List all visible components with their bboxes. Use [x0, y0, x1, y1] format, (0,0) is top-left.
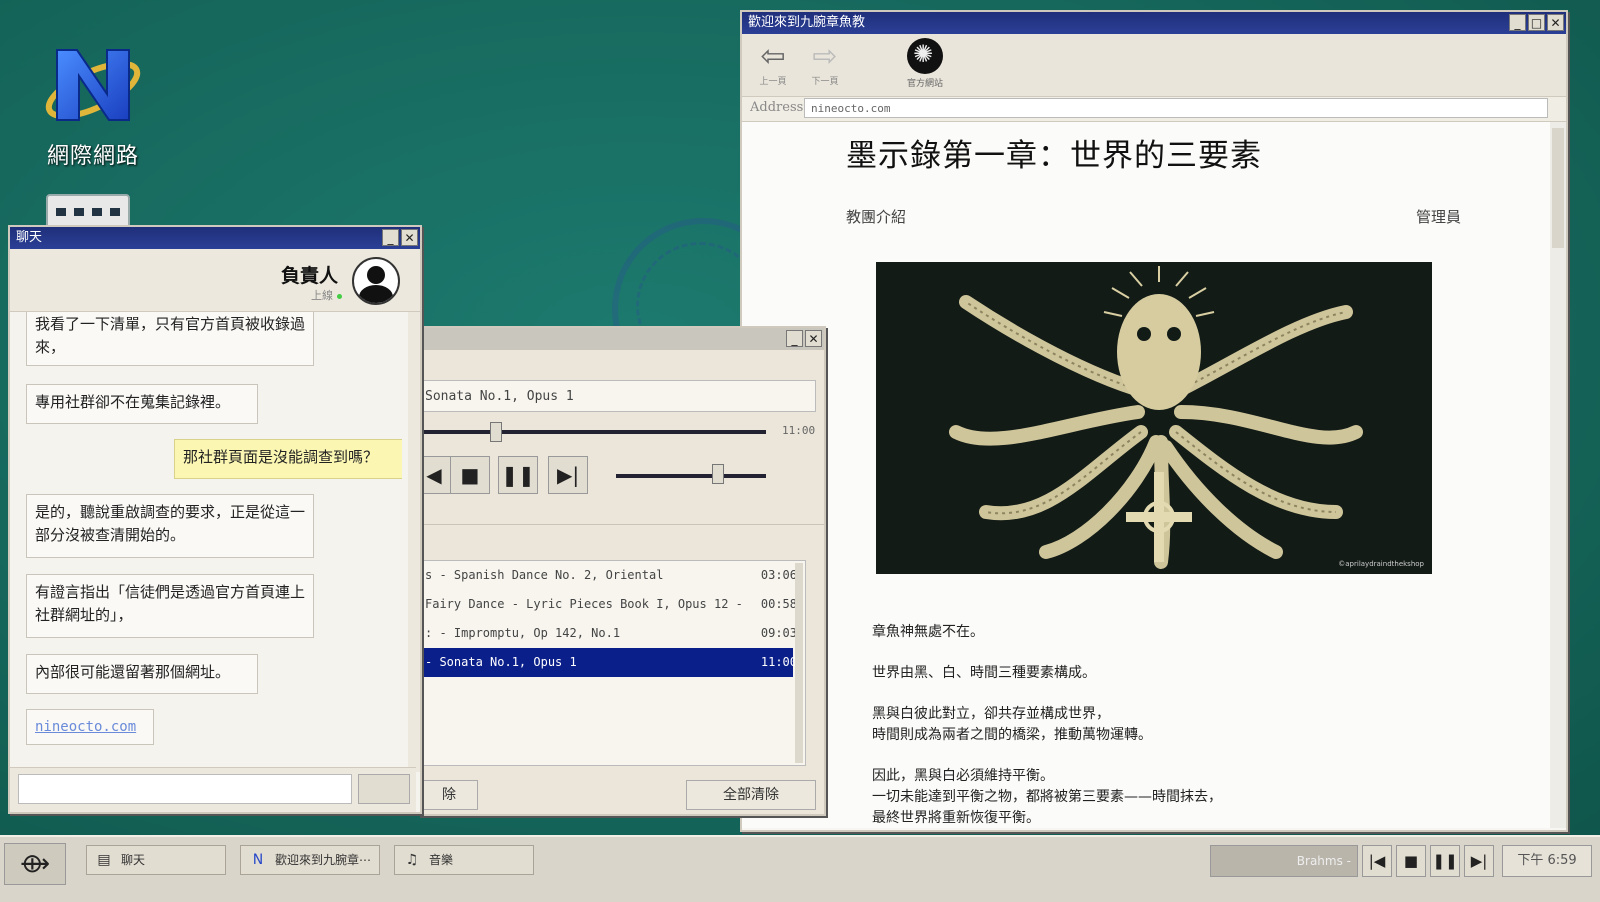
start-button[interactable]: ⟴	[4, 843, 66, 885]
tray-pause-button[interactable]: ❚❚	[1430, 845, 1460, 877]
paragraph: 因此，黑與白必須維持平衡。 一切未能達到平衡之物，都將被第三要素——時間抹去， 最終…	[872, 768, 1222, 826]
next-button[interactable]: ▶|	[548, 456, 588, 494]
page-scrollbar[interactable]	[1550, 122, 1566, 828]
back-label: 上一頁	[759, 77, 787, 87]
official-site-label: 官方網站	[906, 79, 943, 89]
article-body: 章魚神無處不在。 世界由黑、白、時間三種要素構成。 黑與白彼此對立，卻共存並構成…	[872, 622, 1472, 828]
browser-icon: N	[252, 852, 264, 868]
contact-status: 上線	[311, 287, 342, 303]
minimize-button[interactable]: _	[1509, 14, 1526, 31]
nav-link-about[interactable]: 教團介紹	[846, 206, 906, 227]
minimize-button[interactable]: _	[786, 330, 803, 347]
message-bubble-self: 那社群頁面是沒能調查到嗎？	[174, 439, 402, 479]
nav-link-admin[interactable]: 管理員	[1416, 206, 1461, 227]
tray-next-button[interactable]: ▶|	[1464, 845, 1494, 877]
close-button[interactable]: ✕	[401, 229, 418, 246]
desktop-icon-internet[interactable]: 網際網路	[38, 40, 148, 170]
pause-button[interactable]: ❚❚	[498, 456, 538, 494]
clock: 下午 6:59	[1502, 845, 1592, 877]
task-music[interactable]: ♫ 音樂	[394, 845, 534, 875]
task-chat[interactable]: ▤ 聊天	[86, 845, 226, 875]
desktop-icon-label: 網際網路	[46, 144, 139, 169]
seek-bar[interactable]	[420, 430, 766, 434]
message-link[interactable]: nineocto.com	[26, 709, 154, 745]
back-button[interactable]: ⇦ 上一頁	[750, 39, 796, 88]
message-bubble: 有證言指出「信徒們是透過官方首頁連上社群網址的」，	[26, 574, 314, 638]
total-time: 11:00	[782, 424, 816, 437]
message-bubble: 是的，聽說重啟調查的要求，正是從這一部分沒被查清開始的。	[26, 494, 314, 558]
close-button[interactable]: ✕	[1547, 14, 1564, 31]
playlist: s - Spanish Dance No. 2, Oriental 03:06 F…	[420, 560, 806, 766]
internet-n-logo-icon	[43, 40, 143, 126]
send-button[interactable]	[358, 774, 410, 804]
page-title: 墨示錄第一章：世界的三要素	[846, 138, 1262, 174]
chat-window: 聊天 _ ✕ 負責人 上線 我看了一下清單，只有官方首頁被收錄過來， 專用社群卻…	[8, 225, 422, 814]
browser-window: 歡迎來到九腕章魚教 _ □ ✕ ⇦ 上一頁 ⇨ 下一頁 官方網站 Address…	[740, 10, 1568, 832]
clear-all-button[interactable]: 全部清除	[686, 780, 816, 810]
playlist-item[interactable]: : - Impromptu, Op 142, No.1 09:03	[421, 619, 805, 648]
divider	[420, 524, 824, 525]
playlist-item-active[interactable]: - Sonata No.1, Opus 1 11:00	[421, 648, 797, 677]
forward-arrow-icon: ⇨	[812, 39, 838, 74]
paragraph: 世界由黑、白、時間三種要素構成。	[872, 665, 1096, 681]
minimize-button[interactable]: _	[382, 229, 399, 246]
address-label: Address	[750, 100, 804, 115]
playlist-item[interactable]: Fairy Dance - Lyric Pieces Book I, Opus …	[421, 590, 805, 619]
browser-toolbar: ⇦ 上一頁 ⇨ 下一頁 官方網站	[742, 34, 1566, 97]
music-icon: ♫	[405, 852, 419, 868]
tray-previous-button[interactable]: |◀	[1362, 845, 1392, 877]
address-bar: Address nineocto.com	[742, 97, 1566, 122]
maximize-button[interactable]: □	[1528, 14, 1545, 31]
message-bubble: 我看了一下清單，只有官方首頁被收錄過來，	[26, 312, 314, 366]
playlist-scrollbar[interactable]	[795, 563, 803, 763]
chat-header: 負責人 上線	[10, 249, 420, 312]
octopus-illustration: ©aprilaydraindthekshop	[876, 262, 1432, 574]
tray-stop-button[interactable]: ■	[1396, 845, 1426, 877]
web-page: 墨示錄第一章：世界的三要素 教團介紹 管理員 ©aprilaydraindthe…	[742, 122, 1550, 828]
message-bubble: 專用社群卻不在蒐集記錄裡。	[26, 384, 258, 424]
contact-name: 負責人	[280, 265, 338, 287]
browser-title: 歡迎來到九腕章魚教	[748, 15, 866, 30]
stop-button[interactable]: ■	[450, 456, 490, 494]
message-list: 我看了一下清單，只有官方首頁被收錄過來， 專用社群卻不在蒐集記錄裡。 那社群頁面…	[10, 312, 402, 772]
taskbar: ⟴ ▤ 聊天 N 歡迎來到九腕章⋯ ♫ 音樂 Brahms - |◀ ■ ❚❚ ▶| …	[0, 835, 1600, 902]
address-input[interactable]: nineocto.com	[804, 98, 1548, 118]
message-input[interactable]	[18, 774, 352, 804]
octopus-emblem-icon	[907, 38, 943, 74]
playlist-item[interactable]: s - Spanish Dance No. 2, Oriental 03:06	[421, 561, 805, 590]
chat-title: 聊天	[16, 230, 43, 245]
forward-label: 下一頁	[811, 77, 839, 87]
browser-titlebar[interactable]: 歡迎來到九腕章魚教 _ □ ✕	[742, 12, 1566, 34]
scrollbar-thumb[interactable]	[1552, 128, 1564, 248]
avatar	[352, 257, 400, 305]
paragraph: 黑與白彼此對立，卻共存並構成世界， 時間則成為兩者之間的橋梁，推動萬物運轉。	[872, 706, 1152, 743]
close-button[interactable]: ✕	[805, 330, 822, 347]
chat-icon: ▤	[97, 852, 111, 868]
now-playing-display: Sonata No.1, Opus 1	[420, 380, 816, 412]
task-browser[interactable]: N 歡迎來到九腕章⋯	[240, 845, 380, 875]
seek-handle[interactable]	[490, 422, 502, 442]
paragraph: 章魚神無處不在。	[872, 624, 984, 640]
volume-slider[interactable]	[616, 474, 766, 478]
chat-input-row	[10, 767, 416, 812]
remove-button[interactable]: 除	[420, 780, 478, 810]
music-player-window: _ ✕ Sonata No.1, Opus 1 11:00 ◀ ■ ❚❚ ▶| …	[414, 326, 826, 816]
image-credit: ©aprilaydraindthekshop	[1338, 560, 1424, 568]
chat-scrollbar[interactable]	[408, 312, 420, 772]
message-bubble: 內部很可能還留著那個網址。	[26, 654, 258, 694]
chat-titlebar[interactable]: 聊天 _ ✕	[10, 227, 420, 249]
volume-handle[interactable]	[712, 464, 724, 484]
back-arrow-icon: ⇦	[760, 39, 786, 74]
tray-now-playing: Brahms -	[1210, 845, 1358, 877]
music-titlebar[interactable]: _ ✕	[420, 328, 824, 350]
official-site-button[interactable]: 官方網站	[900, 38, 950, 89]
forward-button[interactable]: ⇨ 下一頁	[802, 39, 848, 88]
